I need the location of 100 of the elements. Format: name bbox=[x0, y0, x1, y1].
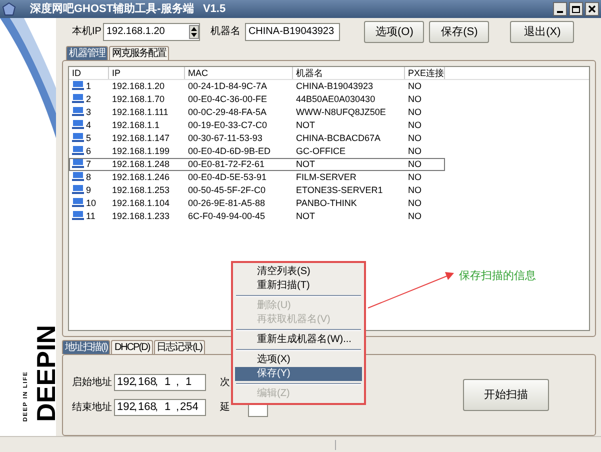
table-cell: NO bbox=[408, 144, 422, 158]
table-cell: 2 bbox=[86, 92, 92, 106]
field-label: 机器名 bbox=[210, 24, 240, 40]
table-row[interactable]: 2 192.168.1.70 00-E0-4C-36-00-FE 44B50AE0A030430 NO bbox=[69, 92, 445, 106]
table-cell: FILM-SERVER bbox=[296, 170, 356, 184]
table-cell: 192.168.1.147 bbox=[112, 132, 170, 145]
menu-item[interactable]: 重新扫描(T) bbox=[235, 279, 362, 293]
table-row[interactable]: 7 192.168.1.248 00-E0-81-72-F2-61 NOT NO bbox=[69, 158, 445, 171]
table-cell: 7 bbox=[86, 158, 92, 171]
tab[interactable]: 日志记录(L) bbox=[154, 340, 205, 354]
table-row[interactable]: 4 192.168.1.1 00-19-E0-33-C7-C0 NOT NO bbox=[69, 118, 445, 132]
octet-value: 168 bbox=[138, 374, 155, 390]
menu-item[interactable]: 重新生成机器名(W)... bbox=[235, 333, 362, 347]
toolbar-button[interactable]: 退出(X) bbox=[510, 20, 574, 43]
octet-value: 192 bbox=[117, 374, 134, 390]
computer-icon bbox=[72, 107, 84, 118]
table-row[interactable]: 5 192.168.1.147 00-30-67-11-53-93 CHINA-BCBACD67A NO bbox=[69, 132, 445, 145]
tab[interactable]: 机器管理 bbox=[66, 46, 108, 60]
column-header[interactable]: PXE连接 bbox=[405, 66, 445, 79]
table-cell: NO bbox=[408, 196, 422, 210]
tab[interactable]: DHCP(D) bbox=[111, 340, 153, 354]
octet-separator: , bbox=[134, 374, 138, 390]
column-header[interactable]: MAC bbox=[185, 66, 293, 79]
table-cell: 00-30-67-11-53-93 bbox=[188, 132, 262, 145]
octet-value: 1 bbox=[163, 400, 172, 415]
table-cell: 192.168.1.199 bbox=[112, 144, 170, 158]
window-title: 深度网吧GHOST辅助工具-服务端 V1.5 bbox=[30, 2, 227, 17]
table-row[interactable]: 8 192.168.1.246 00-E0-4D-5E-53-91 FILM-SERVER NO bbox=[69, 170, 445, 184]
banner-brand: DEEPIN bbox=[33, 325, 59, 422]
table-cell: 5 bbox=[86, 132, 92, 145]
ip-address-field[interactable]: 192,168, 1 ,254 bbox=[114, 398, 206, 416]
ip-address-field[interactable]: 192,168, 1 , 1 bbox=[114, 374, 206, 391]
field-label: 延 bbox=[220, 400, 230, 415]
octet-separator: , bbox=[176, 374, 180, 390]
table-cell: 44B50AE0A030430 bbox=[296, 92, 376, 106]
table-cell: 6C-F0-49-94-00-45 bbox=[188, 210, 266, 223]
table-row[interactable]: 6 192.168.1.199 00-E0-4D-6D-9B-ED GC-OFFICE NO bbox=[69, 144, 445, 158]
table-cell: CHINA-B19043923 bbox=[296, 80, 374, 93]
table-row[interactable]: 1 192.168.1.20 00-24-1D-84-9C-7A CHINA-B19043923 NO bbox=[69, 80, 445, 93]
toolbar-button[interactable]: 保存(S) bbox=[429, 20, 490, 43]
table-cell: PANBO-THINK bbox=[296, 196, 357, 210]
octet-value: 1 bbox=[184, 374, 193, 390]
table-cell: 192.168.1.104 bbox=[112, 196, 170, 210]
table-cell: NOT bbox=[296, 158, 315, 171]
table-cell: 00-24-1D-84-9C-7A bbox=[188, 80, 268, 93]
table-row[interactable]: 10 192.168.1.104 00-26-9E-81-A5-88 PANBO-THINK NO bbox=[69, 196, 445, 210]
octet-separator: , bbox=[155, 400, 159, 415]
table-cell: NO bbox=[408, 158, 422, 171]
table-cell: 192.168.1.20 bbox=[112, 80, 165, 93]
octet-separator: , bbox=[134, 400, 138, 415]
octet-value: 192 bbox=[117, 400, 134, 415]
column-header[interactable]: 机器名 bbox=[293, 66, 405, 79]
table-cell: 00-0C-29-48-FA-5A bbox=[188, 106, 267, 119]
table-cell: NO bbox=[408, 106, 422, 119]
column-header[interactable]: ID bbox=[69, 66, 109, 79]
app-icon bbox=[2, 2, 16, 16]
close-icon bbox=[588, 5, 596, 13]
table-cell: 00-50-45-5F-2F-C0 bbox=[188, 184, 266, 197]
maximize-button[interactable] bbox=[569, 2, 583, 16]
table-cell: NO bbox=[408, 170, 422, 184]
computer-icon bbox=[72, 185, 84, 196]
table-row[interactable]: 3 192.168.1.111 00-0C-29-48-FA-5A WWW-N8UFQ8JZ50E NO bbox=[69, 106, 445, 119]
local-ip-field[interactable]: 192.168.1.20 bbox=[103, 22, 200, 41]
field-label: 次 bbox=[220, 376, 230, 390]
close-button[interactable] bbox=[585, 2, 599, 16]
table-cell: 192.168.1.246 bbox=[112, 170, 170, 184]
machine-name-field[interactable]: CHINA-B19043923 bbox=[245, 22, 340, 41]
computer-icon bbox=[72, 159, 84, 170]
toolbar-button[interactable]: 选项(O) bbox=[364, 20, 424, 43]
table-cell: 11 bbox=[86, 210, 96, 223]
octet-value: 1 bbox=[163, 374, 172, 390]
computer-icon bbox=[72, 198, 84, 208]
column-header[interactable]: IP bbox=[109, 66, 185, 79]
spinner-icon bbox=[189, 24, 200, 39]
annotation-note: 保存扫描的信息 bbox=[459, 269, 536, 284]
table-cell: 8 bbox=[86, 170, 92, 184]
table-cell: 192.168.1.233 bbox=[112, 210, 170, 223]
menu-item[interactable]: 保存(Y) bbox=[235, 367, 362, 381]
table-cell: 00-E0-4D-6D-9B-ED bbox=[188, 144, 271, 158]
field-label: 启始地址 bbox=[72, 376, 112, 390]
table-cell: 3 bbox=[86, 106, 92, 119]
table-cell: 6 bbox=[86, 144, 92, 158]
computer-icon bbox=[72, 211, 84, 222]
octet-value: 168 bbox=[138, 400, 155, 415]
table-row[interactable]: 9 192.168.1.253 00-50-45-5F-2F-C0 ETONE3S-SERVER1 NO bbox=[69, 184, 445, 197]
table-cell: NO bbox=[408, 184, 422, 197]
start-scan-button[interactable]: 开始扫描 bbox=[463, 379, 549, 412]
table-cell: 1 bbox=[86, 80, 92, 93]
computer-icon bbox=[72, 120, 84, 130]
table-cell: 00-E0-81-72-F2-61 bbox=[188, 158, 265, 171]
computer-icon bbox=[72, 172, 84, 182]
tab[interactable]: 地址扫描(I) bbox=[62, 340, 110, 354]
minimize-button[interactable] bbox=[553, 2, 567, 16]
menu-item[interactable]: 清空列表(S) bbox=[235, 265, 362, 279]
table-row[interactable]: 11 192.168.1.233 6C-F0-49-94-00-45 NOT NO bbox=[69, 210, 445, 223]
table-cell: ETONE3S-SERVER1 bbox=[296, 184, 383, 197]
tab[interactable]: 网克服务配置 bbox=[109, 46, 169, 60]
menu-item[interactable]: 选项(X) bbox=[235, 353, 362, 367]
table-cell: NO bbox=[408, 92, 422, 106]
field-label: 结束地址 bbox=[72, 400, 112, 415]
